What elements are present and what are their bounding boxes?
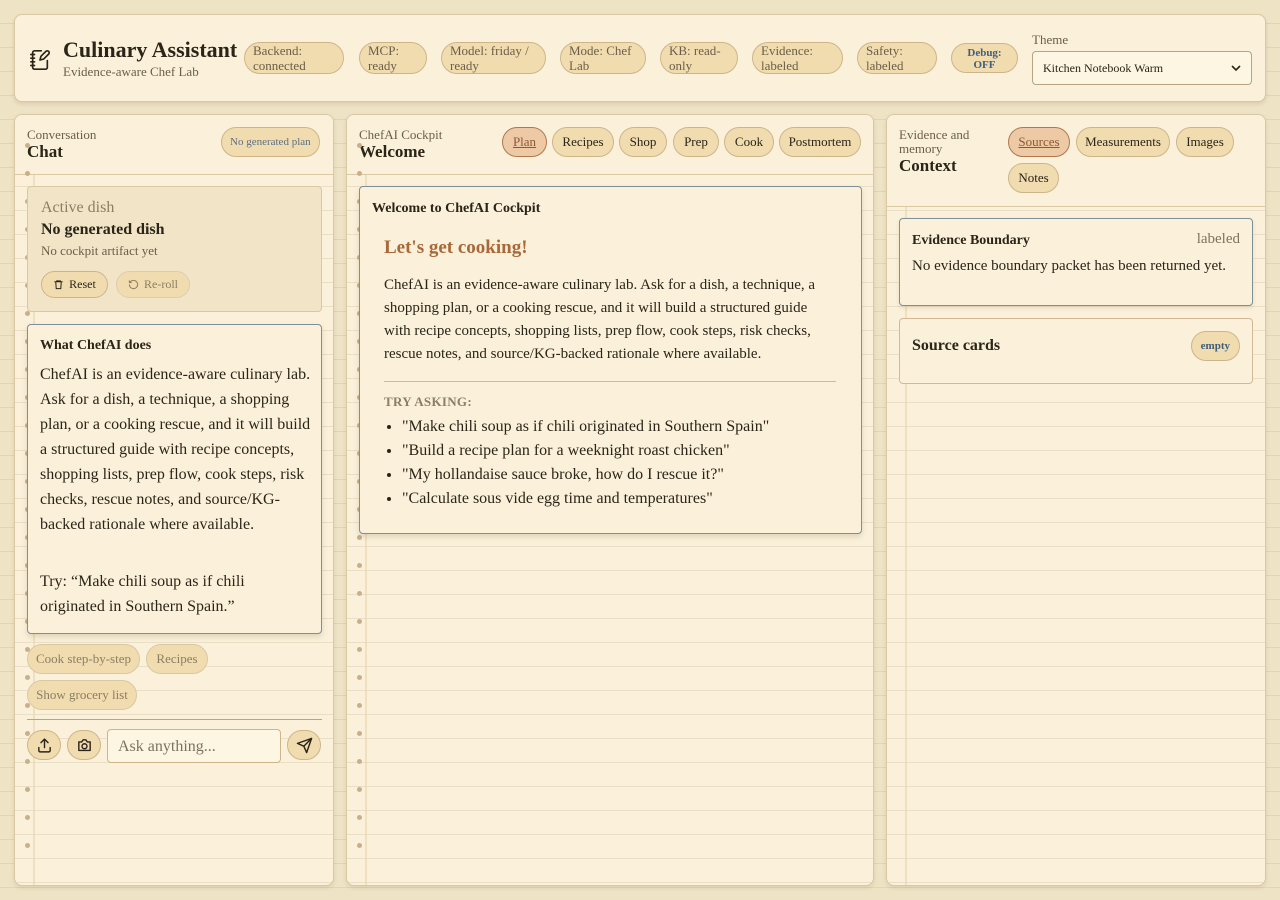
tab-plan[interactable]: Plan xyxy=(502,127,547,157)
plan-status-badge: No generated plan xyxy=(221,127,320,157)
status-backend: Backend: connected xyxy=(244,42,344,74)
trash-icon xyxy=(54,280,63,290)
tab-sources[interactable]: Sources xyxy=(1008,127,1070,157)
cockpit-title: Welcome xyxy=(359,142,426,161)
camera-icon xyxy=(77,738,91,751)
what-title: What ChefAI does xyxy=(40,338,152,353)
tab-images[interactable]: Images xyxy=(1176,127,1234,157)
chat-title: Chat xyxy=(27,142,63,161)
example-item[interactable]: "Build a recipe plan for a weeknight roa… xyxy=(402,439,844,463)
boundary-title: Evidence Boundary xyxy=(912,233,1030,248)
camera-button[interactable] xyxy=(67,730,101,760)
welcome-divider xyxy=(384,381,836,382)
tab-notes[interactable]: Notes xyxy=(1008,163,1059,193)
tab-postmortem[interactable]: Postmortem xyxy=(779,127,861,157)
debug-toggle[interactable]: Debug: OFF xyxy=(951,43,1018,73)
try-asking-label: TRY ASKING: xyxy=(384,394,472,409)
chip-recipes[interactable]: Recipes xyxy=(146,644,208,674)
chevron-down-icon xyxy=(1231,65,1241,72)
cockpit-kicker: ChefAI Cockpit xyxy=(359,127,443,142)
welcome-heading: Let's get cooking! xyxy=(384,237,528,258)
example-item[interactable]: "My hollandaise sauce broke, how do I re… xyxy=(402,463,844,487)
theme-selected-value: Kitchen Notebook Warm xyxy=(1043,60,1164,75)
active-dish-card: Active dish No generated dish No cockpit… xyxy=(27,186,322,312)
source-cards-badge: empty xyxy=(1190,331,1240,361)
status-kb: KB: read-only xyxy=(660,42,738,74)
welcome-card: Welcome to ChefAI Cockpit Let's get cook… xyxy=(359,186,862,534)
composer-divider xyxy=(27,719,322,720)
active-dish-note: No cockpit artifact yet xyxy=(41,243,158,258)
context-header: Evidence and memory Context Sources Meas… xyxy=(887,115,1265,207)
rotate-ccw-icon xyxy=(128,279,139,290)
active-dish-name: No generated dish xyxy=(41,221,165,238)
chat-panel: Conversation Chat No generated plan Acti… xyxy=(14,114,334,886)
what-body: ChefAI is an evidence-aware culinary lab… xyxy=(40,366,311,533)
context-title: Context xyxy=(899,156,957,175)
examples-list: "Make chili soup as if chili originated … xyxy=(384,415,844,511)
welcome-body: ChefAI is an evidence-aware culinary lab… xyxy=(384,277,816,362)
tab-cook[interactable]: Cook xyxy=(724,127,774,157)
status-mcp: MCP: ready xyxy=(359,42,427,74)
reroll-label: Re-roll xyxy=(144,277,178,291)
chip-cook-step-by-step[interactable]: Cook step-by-step xyxy=(27,644,140,674)
chat-input[interactable]: Ask anything... xyxy=(107,729,281,763)
context-panel: Evidence and memory Context Sources Meas… xyxy=(886,114,1266,886)
status-model: Model: friday / ready xyxy=(441,42,546,74)
source-cards-title: Source cards xyxy=(912,337,1001,354)
evidence-boundary-card: Evidence Boundary labeled No evidence bo… xyxy=(899,218,1253,306)
reset-button[interactable]: Reset xyxy=(41,271,108,298)
boundary-status: labeled xyxy=(1196,231,1240,247)
context-kicker: Evidence and memory xyxy=(899,127,970,156)
chat-kicker: Conversation xyxy=(27,127,97,142)
example-item[interactable]: "Make chili soup as if chili originated … xyxy=(402,415,844,439)
tab-recipes[interactable]: Recipes xyxy=(552,127,614,157)
cockpit-header: ChefAI Cockpit Welcome Plan Recipes Shop… xyxy=(347,115,873,175)
cockpit-panel: ChefAI Cockpit Welcome Plan Recipes Shop… xyxy=(346,114,874,886)
tab-prep[interactable]: Prep xyxy=(673,127,719,157)
brand: Culinary Assistant Evidence-aware Chef L… xyxy=(63,37,239,80)
chip-show-grocery-list[interactable]: Show grocery list xyxy=(27,680,137,710)
active-dish-label: Active dish xyxy=(41,199,115,216)
welcome-header: Welcome to ChefAI Cockpit xyxy=(372,201,541,216)
status-safety: Safety: labeled xyxy=(857,42,937,74)
notebook-pen-icon xyxy=(30,50,50,70)
status-evidence: Evidence: labeled xyxy=(752,42,843,74)
theme-select[interactable]: Kitchen Notebook Warm xyxy=(1032,51,1252,85)
top-bar: Culinary Assistant Evidence-aware Chef L… xyxy=(14,14,1266,102)
boundary-text: No evidence boundary packet has been ret… xyxy=(912,258,1227,274)
source-cards-card: Source cards empty xyxy=(899,318,1253,384)
upload-button[interactable] xyxy=(27,730,61,760)
send-button[interactable] xyxy=(287,730,321,760)
app-subtitle: Evidence-aware Chef Lab xyxy=(63,63,199,79)
send-icon xyxy=(296,737,312,753)
what-chefai-does-card: What ChefAI does ChefAI is an evidence-a… xyxy=(27,324,322,634)
status-mode: Mode: Chef Lab xyxy=(560,42,646,74)
reset-label: Reset xyxy=(69,277,96,291)
chat-header: Conversation Chat No generated plan xyxy=(15,115,333,175)
reroll-button[interactable]: Re-roll xyxy=(116,271,190,298)
tab-measurements[interactable]: Measurements xyxy=(1076,127,1170,157)
example-item[interactable]: "Calculate sous vide egg time and temper… xyxy=(402,487,844,511)
upload-icon xyxy=(37,737,51,753)
tab-shop[interactable]: Shop xyxy=(619,127,667,157)
theme-label: Theme xyxy=(1032,32,1069,47)
what-try: Try: “Make chili soup as if chili origin… xyxy=(40,573,245,615)
app-title: Culinary Assistant xyxy=(63,36,238,62)
